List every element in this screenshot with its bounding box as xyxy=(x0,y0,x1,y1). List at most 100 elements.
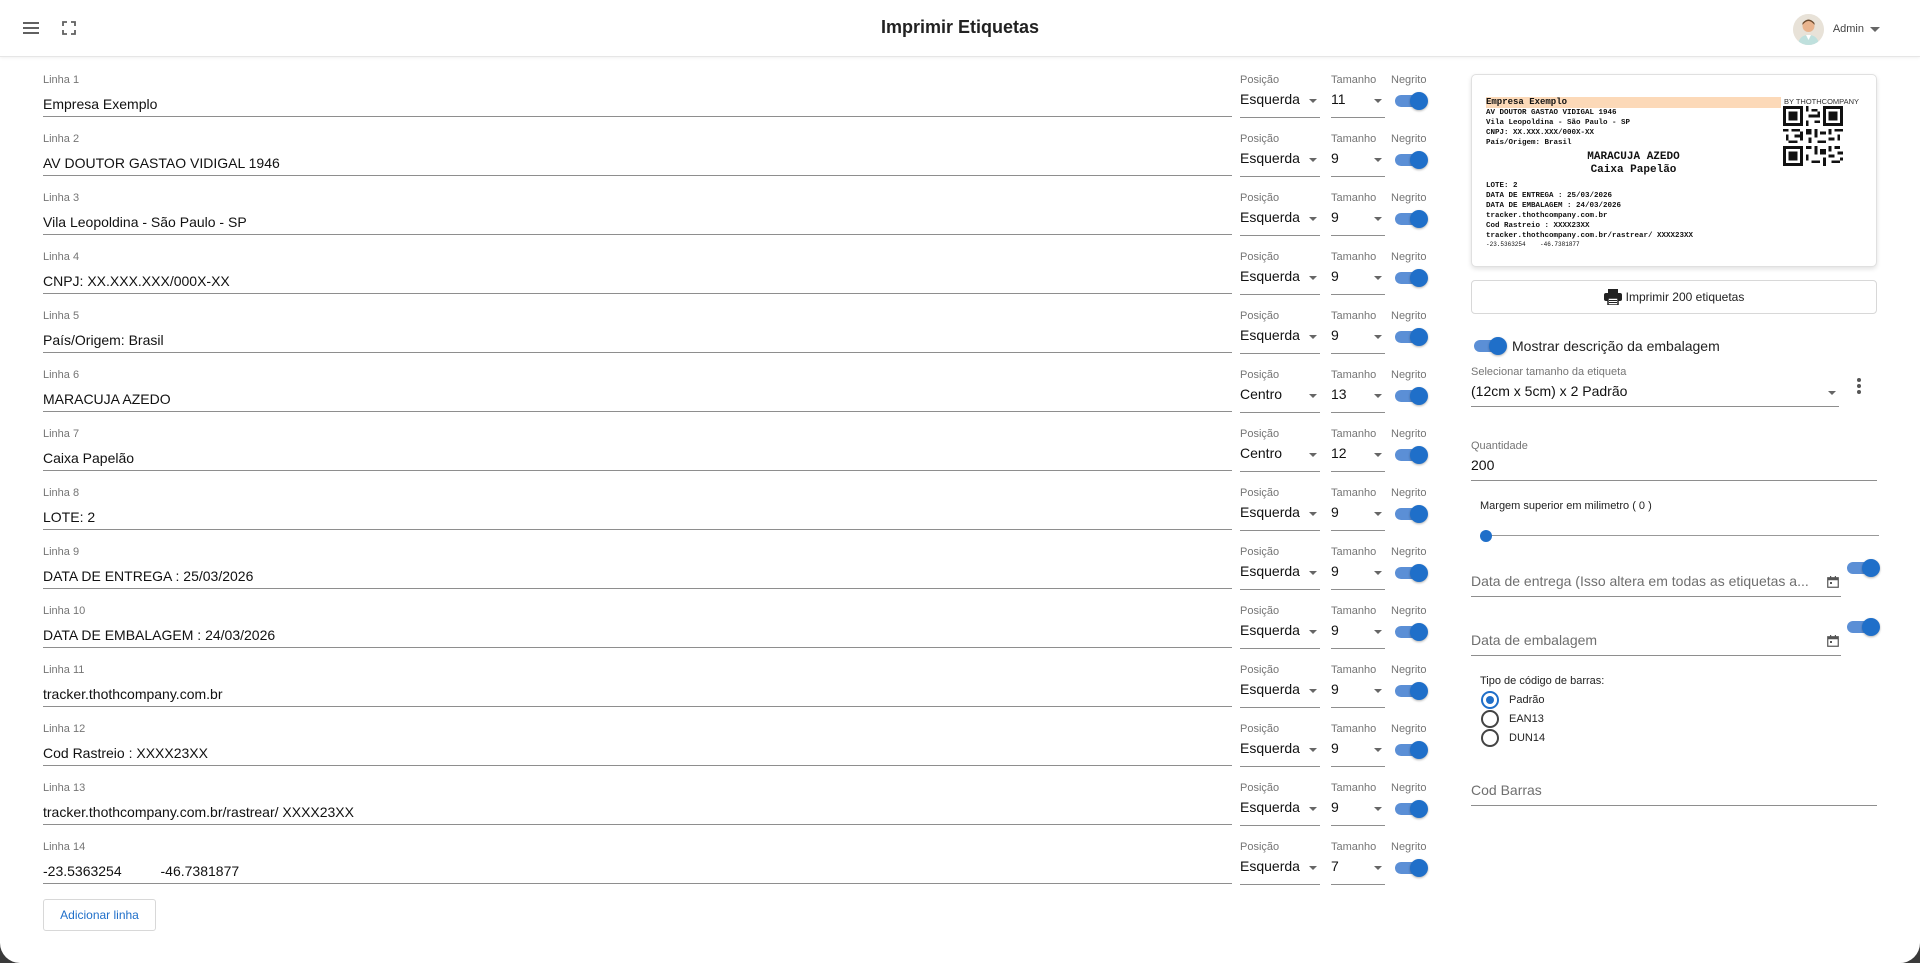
barcode-placeholder: Cod Barras xyxy=(1471,782,1542,798)
preview-line: -23.5363254 -46.7381877 xyxy=(1486,241,1580,248)
line-input[interactable] xyxy=(43,264,1232,294)
bold-toggle[interactable] xyxy=(1395,387,1428,405)
radio-padrao[interactable]: Padrão xyxy=(1481,691,1544,709)
barcode-type-title: Tipo de código de barras: xyxy=(1480,675,1605,687)
bold-toggle[interactable] xyxy=(1395,210,1428,228)
delivery-date-field[interactable]: Data de entrega (Isso altera em todas as… xyxy=(1471,566,1841,598)
calendar-icon[interactable] xyxy=(1827,576,1839,588)
bold-toggle[interactable] xyxy=(1395,564,1428,582)
chevron-down-icon xyxy=(1309,276,1317,280)
size-value: 9 xyxy=(1331,681,1339,697)
size-value: 9 xyxy=(1331,563,1339,579)
chevron-down-icon xyxy=(1374,512,1382,516)
page-title: Imprimir Etiquetas xyxy=(880,17,1040,37)
line-input[interactable] xyxy=(43,854,1232,884)
top-margin-slider[interactable] xyxy=(1480,530,1879,542)
line-input[interactable] xyxy=(43,677,1232,707)
preview-line: Caixa Papelão xyxy=(1590,164,1677,176)
position-label: Posição xyxy=(1240,369,1280,381)
position-label: Posição xyxy=(1240,664,1280,676)
position-label: Posição xyxy=(1240,605,1280,617)
bold-label: Negrito xyxy=(1391,192,1427,204)
position-value: Esquerda xyxy=(1240,209,1300,225)
size-value: 9 xyxy=(1331,740,1339,756)
line-label: Linha 12 xyxy=(43,723,86,735)
chevron-down-icon xyxy=(1309,689,1317,693)
bold-toggle[interactable] xyxy=(1395,800,1428,818)
position-value: Esquerda xyxy=(1240,268,1300,284)
position-value: Esquerda xyxy=(1240,150,1300,166)
position-value: Esquerda xyxy=(1240,563,1300,579)
size-value: 13 xyxy=(1331,386,1347,402)
bold-toggle[interactable] xyxy=(1395,269,1428,287)
bold-toggle[interactable] xyxy=(1395,505,1428,523)
preview-line: País/Origem: Brasil xyxy=(1486,139,1572,147)
show-description-label: Mostrar descrição da embalagem xyxy=(1512,338,1720,354)
radio-dun14[interactable]: DUN14 xyxy=(1481,729,1545,747)
position-label: Posição xyxy=(1240,133,1280,145)
line-label: Linha 11 xyxy=(43,664,85,676)
quantity-field[interactable]: Quantidade 200 xyxy=(1471,440,1877,482)
radio-button[interactable] xyxy=(1481,691,1499,709)
line-label: Linha 2 xyxy=(43,133,80,145)
line-input[interactable] xyxy=(43,87,1232,117)
chevron-down-icon xyxy=(1309,807,1317,811)
line-input[interactable] xyxy=(43,323,1232,353)
line-input[interactable] xyxy=(43,382,1232,412)
user-menu[interactable]: Admin xyxy=(1792,13,1880,45)
bold-toggle[interactable] xyxy=(1395,859,1428,877)
add-line-button[interactable]: Adicionar linha xyxy=(43,899,156,931)
line-input[interactable] xyxy=(43,618,1232,648)
bold-toggle[interactable] xyxy=(1395,328,1428,346)
menu-icon[interactable] xyxy=(22,18,42,38)
bold-toggle[interactable] xyxy=(1395,682,1428,700)
chevron-down-icon xyxy=(1309,394,1317,398)
position-label: Posição xyxy=(1240,192,1280,204)
bold-toggle[interactable] xyxy=(1395,623,1428,641)
quantity-value: 200 xyxy=(1471,457,1495,473)
size-value: 9 xyxy=(1331,622,1339,638)
line-input[interactable] xyxy=(43,736,1232,766)
label-size-select[interactable]: Selecionar tamanho da etiqueta (12cm x 5… xyxy=(1471,366,1839,410)
bold-label: Negrito xyxy=(1391,487,1427,499)
bold-toggle[interactable] xyxy=(1395,446,1428,464)
line-input[interactable] xyxy=(43,795,1232,825)
position-value: Centro xyxy=(1240,386,1283,402)
size-value: 9 xyxy=(1331,268,1339,284)
size-label: Tamanho xyxy=(1331,428,1377,440)
packing-date-field[interactable]: Data de embalagem xyxy=(1471,625,1841,657)
bold-label: Negrito xyxy=(1391,546,1427,558)
bold-toggle[interactable] xyxy=(1395,151,1428,169)
bold-label: Negrito xyxy=(1391,664,1427,676)
slider-thumb[interactable] xyxy=(1480,530,1492,542)
barcode-field[interactable]: Cod Barras xyxy=(1471,775,1877,807)
fullscreen-icon[interactable] xyxy=(61,20,77,36)
line-label: Linha 4 xyxy=(43,251,80,263)
delivery-date-toggle[interactable] xyxy=(1847,559,1880,577)
size-value: 9 xyxy=(1331,209,1339,225)
calendar-icon[interactable] xyxy=(1827,635,1839,647)
chevron-down-icon xyxy=(1374,99,1382,103)
print-labels-button[interactable]: Imprimir 200 etiquetas xyxy=(1471,280,1877,314)
radio-button[interactable] xyxy=(1481,710,1499,728)
preview-line: Empresa Exemplo xyxy=(1486,97,1781,108)
radio-button[interactable] xyxy=(1481,729,1499,747)
delivery-date-placeholder: Data de entrega (Isso altera em todas as… xyxy=(1471,573,1809,589)
radio-label: DUN14 xyxy=(1509,732,1546,744)
bold-toggle[interactable] xyxy=(1395,92,1428,110)
more-options-icon[interactable] xyxy=(1855,378,1863,396)
radio-ean13[interactable]: EAN13 xyxy=(1481,710,1544,728)
position-label: Posição xyxy=(1240,251,1280,263)
size-value: 7 xyxy=(1331,858,1339,874)
chevron-down-icon xyxy=(1309,512,1317,516)
line-label: Linha 5 xyxy=(43,310,80,322)
radio-label: EAN13 xyxy=(1509,713,1544,725)
line-input[interactable] xyxy=(43,500,1232,530)
line-input[interactable] xyxy=(43,146,1232,176)
packing-date-toggle[interactable] xyxy=(1847,618,1880,636)
line-input[interactable] xyxy=(43,559,1232,589)
bold-toggle[interactable] xyxy=(1395,741,1428,759)
bold-label: Negrito xyxy=(1391,251,1427,263)
line-input[interactable] xyxy=(43,441,1232,471)
line-input[interactable] xyxy=(43,205,1232,235)
